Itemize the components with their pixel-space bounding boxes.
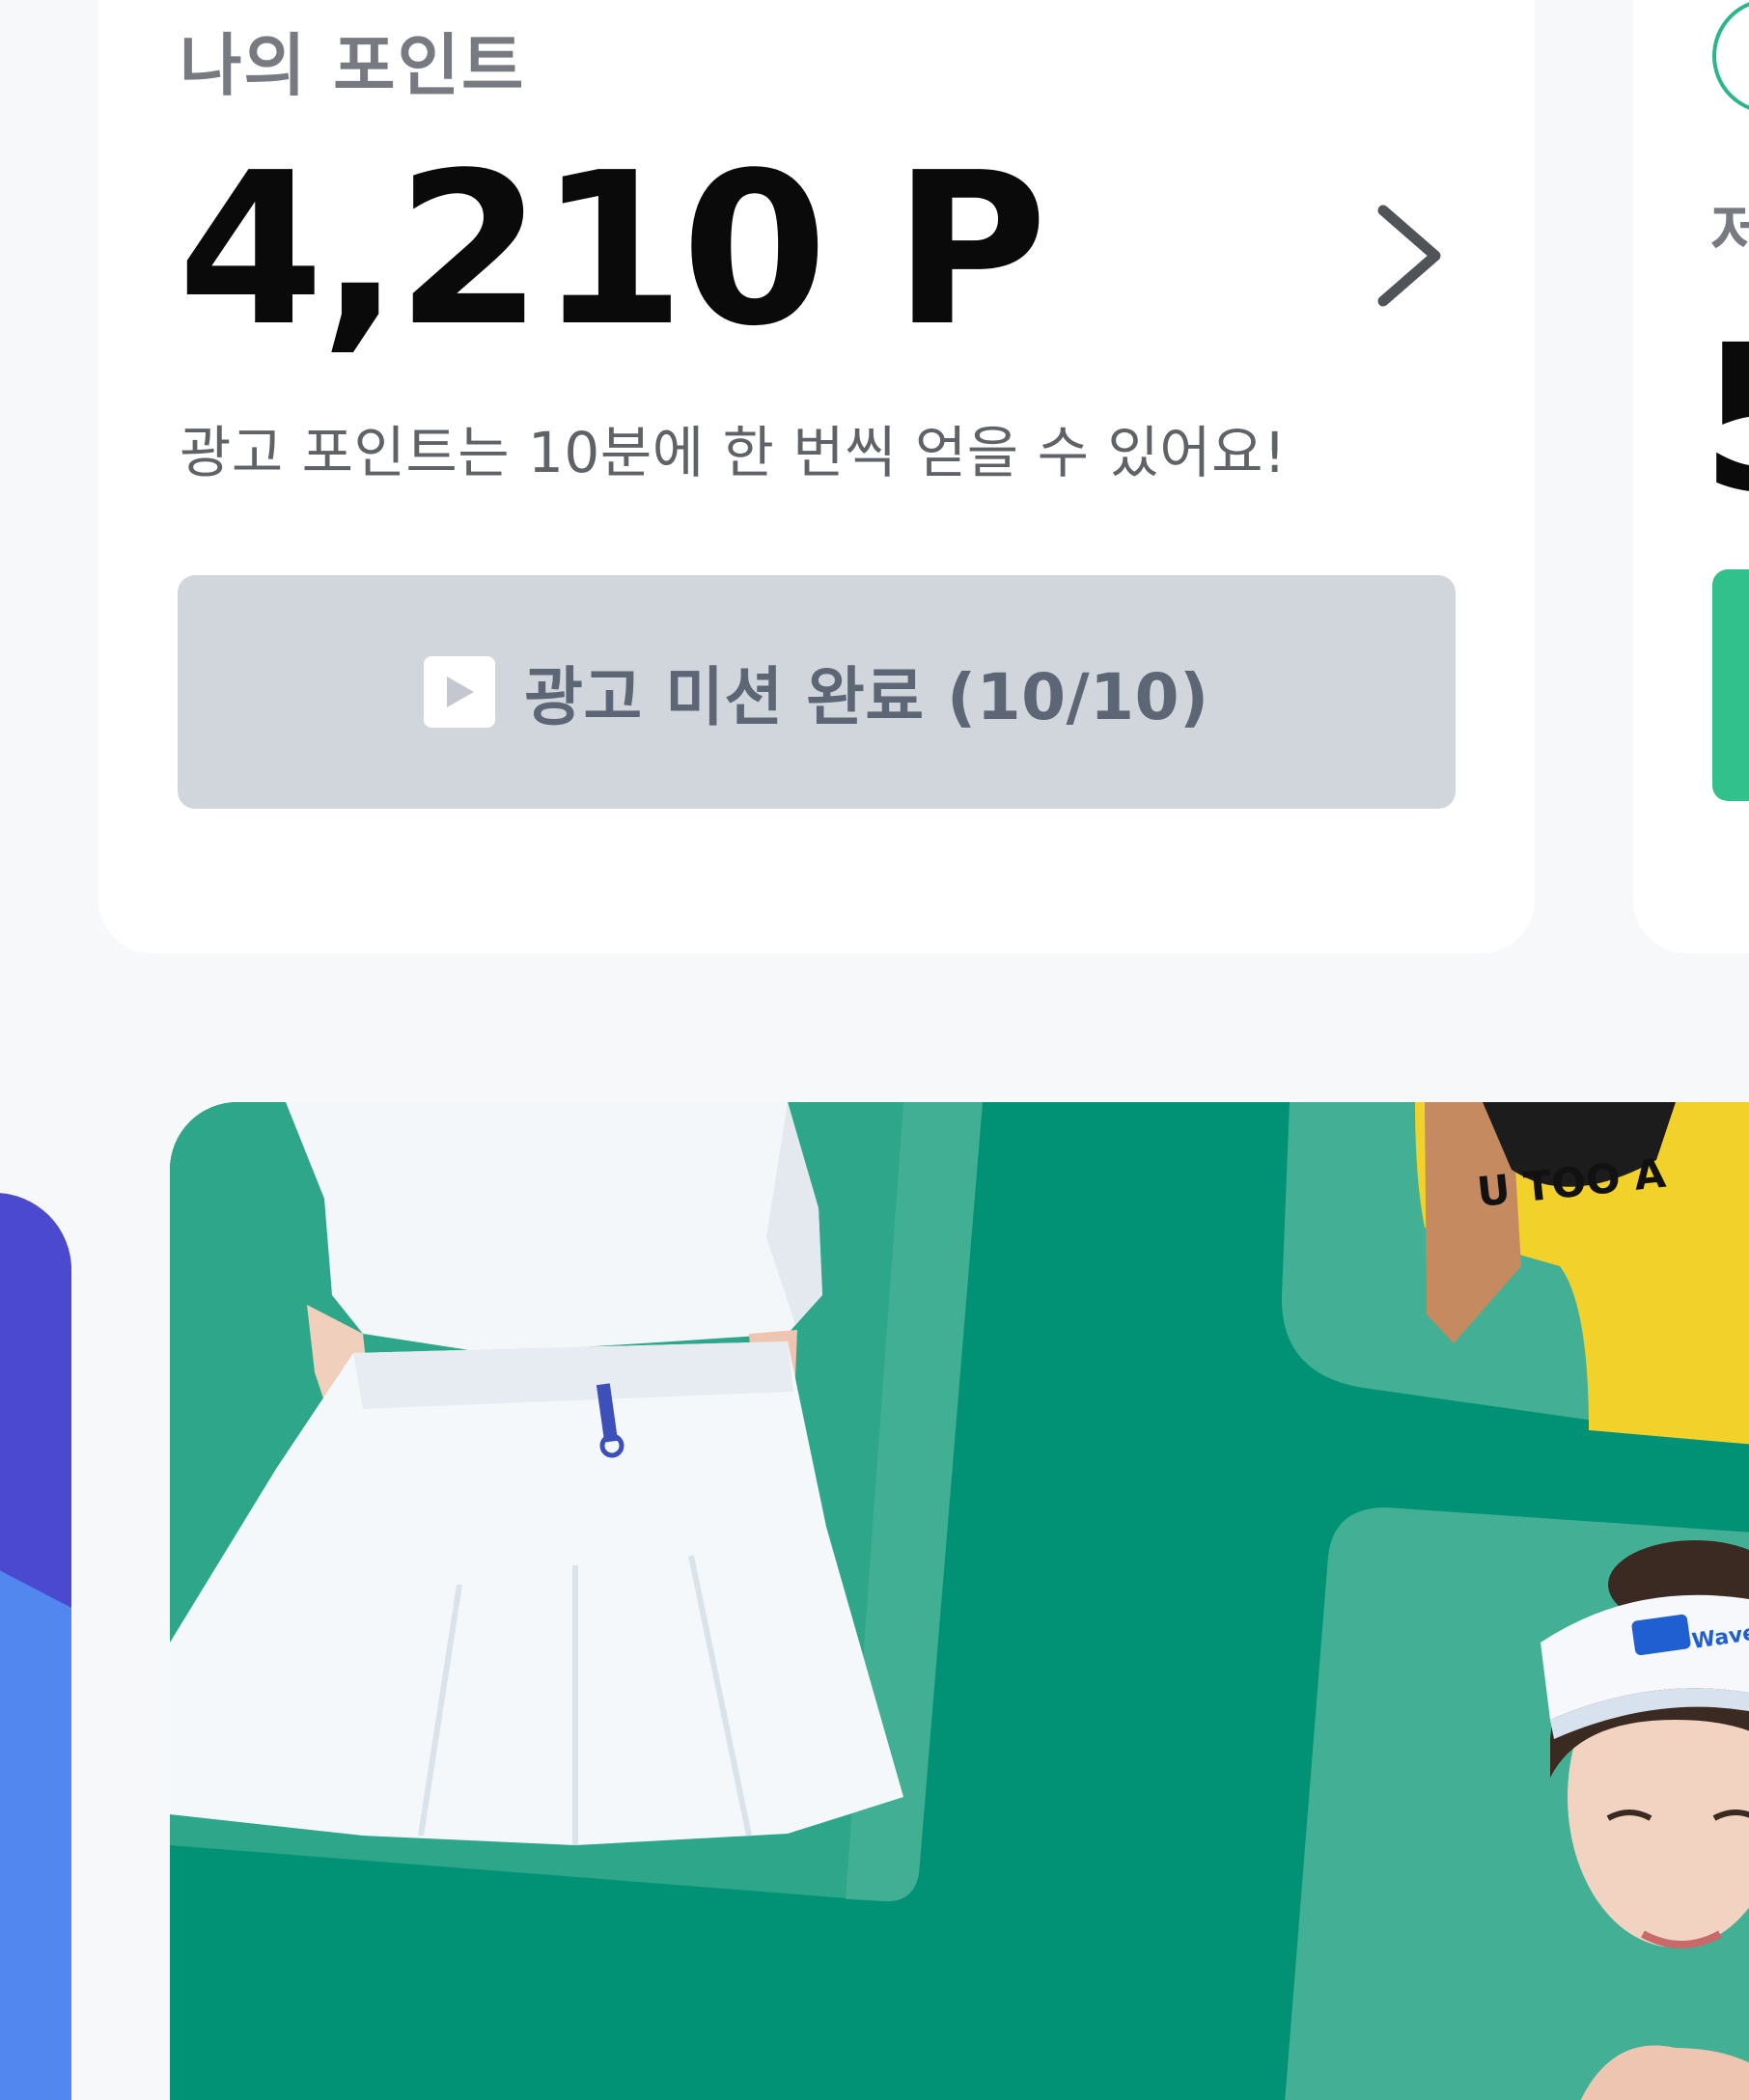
ad-mission-button-label: 광고 미션 완료 (10/10) [524, 660, 1209, 734]
chevron-right-icon[interactable] [1371, 203, 1448, 309]
play-icon [424, 656, 496, 728]
points-value: 4,210 P [178, 128, 1047, 373]
prev-banner-graphic [0, 1193, 71, 2100]
points-row[interactable]: 4,210 P [178, 146, 1047, 356]
points-title: 나의 포인트 [180, 26, 526, 105]
points-info-text: 광고 포인트는 10분에 한 번씩 얻을 수 있어요! [180, 420, 1287, 485]
next-card-button[interactable] [1712, 569, 1749, 801]
promo-banner-image: U TOO A Wave [170, 1102, 1749, 2100]
next-card-value: 5 [1701, 318, 1749, 521]
screen: 나의 포인트 4,210 P 광고 포인트는 10분에 한 번씩 얻을 수 있어… [0, 0, 1749, 2100]
promo-banner[interactable]: U TOO A Wave [170, 1102, 1749, 2100]
next-card-label: 저 [1710, 197, 1749, 267]
prev-banner[interactable] [0, 1193, 71, 2100]
ad-mission-button[interactable]: 광고 미션 완료 (10/10) [178, 575, 1456, 809]
